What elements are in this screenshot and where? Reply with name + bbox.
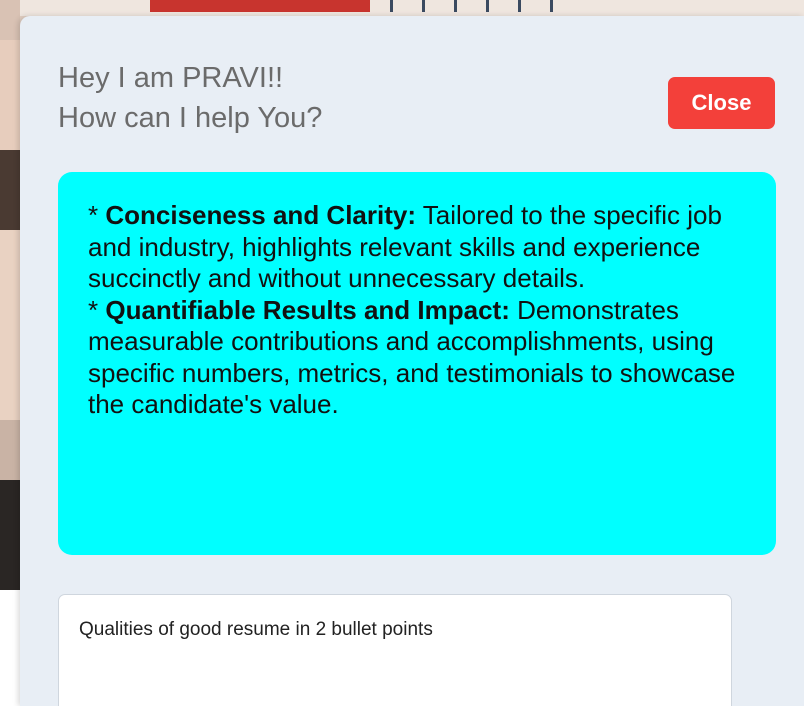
assistant-response: * Conciseness and Clarity: Tailored to t… — [58, 172, 776, 555]
bullet-marker: * — [88, 200, 106, 230]
response-point-1-title: Conciseness and Clarity: — [105, 200, 416, 230]
greeting-line-1: Hey I am PRAVI!! — [58, 62, 284, 94]
background-pattern — [390, 0, 580, 12]
close-button[interactable]: Close — [668, 77, 775, 129]
response-point-2: * Quantifiable Results and Impact: Demon… — [88, 295, 746, 421]
greeting-line-2: How can I help You? — [58, 102, 323, 134]
background-page-top — [20, 0, 804, 16]
chat-greeting: Hey I am PRAVI!! How can I help You? — [58, 58, 322, 138]
chat-panel: Hey I am PRAVI!! How can I help You? Clo… — [20, 16, 804, 706]
response-point-1: * Conciseness and Clarity: Tailored to t… — [88, 200, 746, 295]
bullet-marker: * — [88, 294, 106, 325]
background-banner — [150, 0, 370, 12]
response-point-2-title: Quantifiable Results and Impact: — [105, 294, 510, 325]
background-page-edge — [0, 0, 20, 706]
prompt-input[interactable]: Qualities of good resume in 2 bullet poi… — [58, 594, 732, 706]
